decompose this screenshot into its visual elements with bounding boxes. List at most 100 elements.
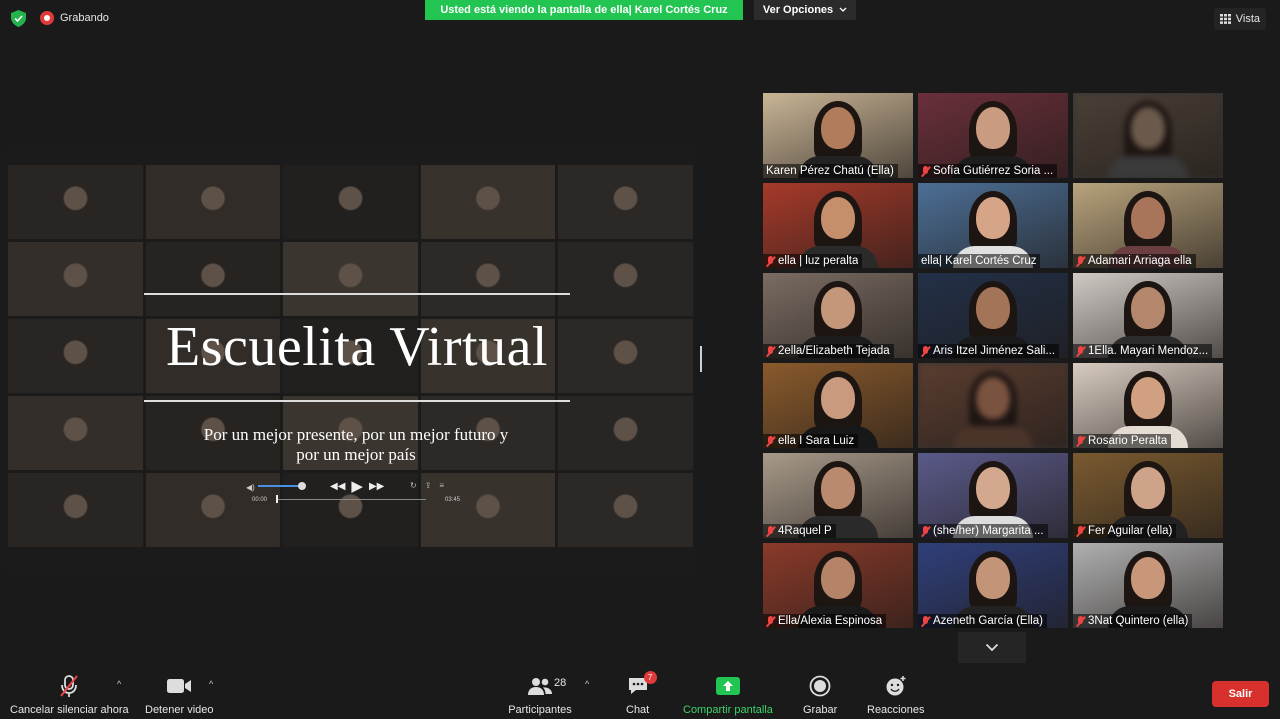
reactions-button[interactable]: Reacciones xyxy=(867,673,924,716)
stop-video-button[interactable]: Detener video xyxy=(145,673,214,716)
shared-screen[interactable]: Escuelita Virtual Por un mejor presente,… xyxy=(6,145,695,575)
participant-tile[interactable]: 3Nat Quintero (ella) xyxy=(1073,543,1223,628)
microphone-muted-icon xyxy=(921,525,930,537)
participant-tile[interactable]: Karen Pérez Chatú (Ella) xyxy=(763,93,913,178)
participants-label: Participantes xyxy=(508,704,572,716)
participants-options-caret-icon[interactable]: ^ xyxy=(585,679,589,689)
participant-name: (she/her) Margarita ... xyxy=(933,525,1044,537)
view-layout-button[interactable]: Vista xyxy=(1213,8,1266,30)
participant-tile[interactable]: 2ella/Elizabeth Tejada xyxy=(763,273,913,358)
microphone-muted-icon xyxy=(921,165,930,177)
recording-indicator[interactable]: Grabando xyxy=(40,11,109,25)
participant-tile[interactable]: Ella/Alexia Espinosa xyxy=(763,543,913,628)
time-elapsed: 00:00 xyxy=(252,497,268,503)
participant-tile[interactable]: ella | luz peralta xyxy=(763,183,913,268)
participant-tile[interactable]: ella I Sara Luiz xyxy=(763,363,913,448)
participant-tile[interactable]: Adamari Arriaga ella xyxy=(1073,183,1223,268)
participant-name-label: Aris Itzel Jiménez Sali... xyxy=(918,344,1060,358)
participant-name: Sofía Gutiérrez Soria ... xyxy=(933,165,1054,177)
participant-name-label: Rosario Peralta xyxy=(1073,434,1172,448)
participant-name-label: Adamari Arriaga ella xyxy=(1073,254,1196,268)
share-screen-button[interactable]: Compartir pantalla xyxy=(683,673,773,716)
gallery-scroll-down-button[interactable] xyxy=(958,632,1026,663)
seek-knob[interactable] xyxy=(276,495,278,503)
participant-tile[interactable]: 4Raquel P xyxy=(763,453,913,538)
participant-name-label: 2ella/Elizabeth Tejada xyxy=(763,344,894,358)
loop-icon[interactable]: ↻ xyxy=(410,481,417,490)
participants-button[interactable]: 28 Participantes xyxy=(508,673,572,716)
microphone-muted-icon xyxy=(766,525,775,537)
participant-video xyxy=(918,363,1068,448)
slide-subtitle-line-2: por un mejor país xyxy=(296,445,416,464)
time-total: 03:45 xyxy=(444,497,460,503)
microphone-muted-icon xyxy=(766,345,775,357)
screen-share-banner: Usted está viendo la pantalla de ella| K… xyxy=(425,0,743,20)
participant-tile[interactable]: (she/her) Margarita ... xyxy=(918,453,1068,538)
microphone-muted-icon xyxy=(1076,435,1085,447)
participant-name: Adamari Arriaga ella xyxy=(1088,255,1192,267)
top-bar: Grabando Usted está viendo la pantalla d… xyxy=(0,0,1280,38)
participant-tile[interactable]: Aris Itzel Jiménez Sali... xyxy=(918,273,1068,358)
microphone-muted-icon xyxy=(766,435,775,447)
participant-name-label: ella I Sara Luiz xyxy=(763,434,859,448)
chat-button[interactable]: 7 Chat xyxy=(626,671,657,716)
security-shield-icon[interactable] xyxy=(11,10,26,27)
microphone-muted-icon xyxy=(921,345,930,357)
chevron-down-icon xyxy=(985,643,999,652)
stop-video-label: Detener video xyxy=(145,704,214,716)
panel-resize-handle[interactable] xyxy=(700,346,702,372)
microphone-muted-icon xyxy=(1076,615,1085,627)
recording-label: Grabando xyxy=(60,12,109,24)
participant-gallery: Karen Pérez Chatú (Ella) Sofía Gutiérrez … xyxy=(763,93,1224,628)
leave-meeting-button[interactable]: Salir xyxy=(1212,681,1269,707)
participant-tile[interactable]: Fer Aguilar (ella) xyxy=(1073,453,1223,538)
view-options-button[interactable]: Ver Opciones xyxy=(754,0,856,20)
participant-tile[interactable]: Azeneth García (Ella) xyxy=(918,543,1068,628)
volume-knob[interactable] xyxy=(298,482,306,490)
microphone-muted-icon xyxy=(60,675,79,697)
volume-icon[interactable]: ◀) xyxy=(246,483,255,492)
microphone-muted-icon xyxy=(1076,255,1085,267)
share-icon[interactable]: ⇪ xyxy=(425,481,432,490)
participant-name-label: 4Raquel P xyxy=(763,524,836,538)
slide-subtitle-line-1: Por un mejor presente, por un mejor futu… xyxy=(203,425,509,444)
fast-forward-icon[interactable]: ▶▶ xyxy=(369,481,384,492)
participant-name: 1Ella. Mayari Mendoz... xyxy=(1088,345,1209,357)
slide-subtitle: Por un mejor presente, por un mejor futu… xyxy=(166,425,546,465)
unmute-button[interactable]: Cancelar silenciar ahora xyxy=(10,673,129,716)
participant-tile[interactable]: 1Ella. Mayari Mendoz... xyxy=(1073,273,1223,358)
view-layout-label: Vista xyxy=(1235,13,1260,25)
record-button[interactable]: Grabar xyxy=(803,673,837,716)
participant-name-label: 1Ella. Mayari Mendoz... xyxy=(1073,344,1213,358)
participant-name: Karen Pérez Chatú (Ella) xyxy=(766,165,894,177)
video-options-caret-icon[interactable]: ^ xyxy=(209,679,213,689)
participant-tile[interactable]: Rosario Peralta xyxy=(1073,363,1223,448)
microphone-muted-icon xyxy=(766,615,775,627)
rewind-icon[interactable]: ◀◀ xyxy=(330,481,345,492)
participant-name: ella| Karel Cortés Cruz xyxy=(921,255,1037,267)
participant-name-label: (she/her) Margarita ... xyxy=(918,524,1048,538)
zoom-meeting-window: Grabando Usted está viendo la pantalla d… xyxy=(0,0,1280,719)
volume-slider[interactable] xyxy=(258,485,302,487)
video-camera-icon xyxy=(167,679,192,693)
participant-tile[interactable]: ella| Karel Cortés Cruz xyxy=(918,183,1068,268)
unmute-label: Cancelar silenciar ahora xyxy=(10,704,129,716)
recording-icon xyxy=(40,11,54,25)
participant-name: Ella/Alexia Espinosa xyxy=(778,615,883,627)
participant-name-label: Ella/Alexia Espinosa xyxy=(763,614,887,628)
participant-tile[interactable] xyxy=(918,363,1068,448)
play-icon[interactable]: ▶ xyxy=(351,477,363,495)
participant-name: Azeneth García (Ella) xyxy=(933,615,1043,627)
participant-tile[interactable]: Sofía Gutiérrez Soria ... xyxy=(918,93,1068,178)
participant-tile[interactable] xyxy=(1073,93,1223,178)
view-options-label: Ver Opciones xyxy=(762,4,834,16)
participant-name: Aris Itzel Jiménez Sali... xyxy=(933,345,1056,357)
participant-name: ella I Sara Luiz xyxy=(778,435,855,447)
audio-options-caret-icon[interactable]: ^ xyxy=(117,679,121,689)
seek-bar[interactable] xyxy=(276,499,426,500)
playlist-icon[interactable]: ≡ xyxy=(439,481,444,490)
share-screen-icon xyxy=(715,677,740,695)
reactions-label: Reacciones xyxy=(867,704,925,716)
microphone-muted-icon xyxy=(1076,525,1085,537)
participant-name-label: 3Nat Quintero (ella) xyxy=(1073,614,1193,628)
